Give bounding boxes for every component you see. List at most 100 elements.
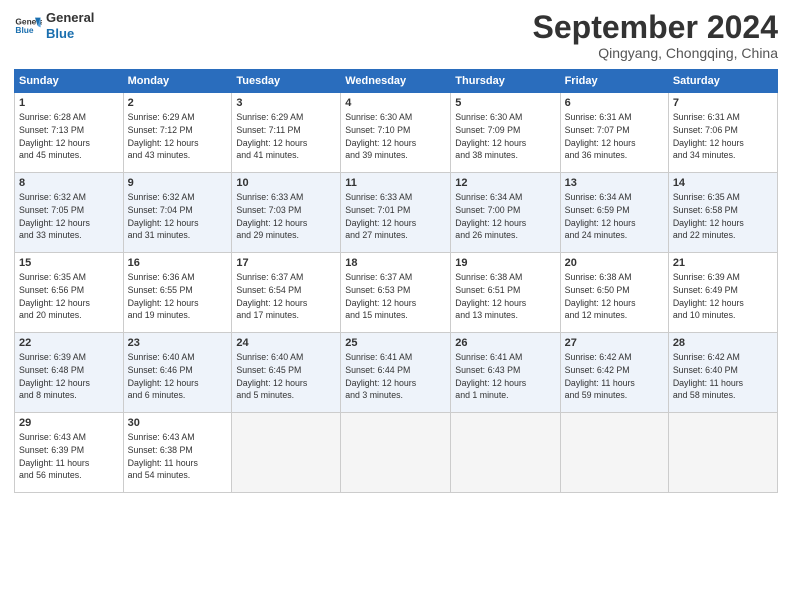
day-info: Sunrise: 6:40 AMSunset: 6:45 PMDaylight:… xyxy=(236,352,307,400)
title-block: September 2024 Qingyang, Chongqing, Chin… xyxy=(533,10,778,61)
table-row: 13Sunrise: 6:34 AMSunset: 6:59 PMDayligh… xyxy=(560,173,668,253)
day-info: Sunrise: 6:41 AMSunset: 6:43 PMDaylight:… xyxy=(455,352,526,400)
day-number: 3 xyxy=(236,96,336,111)
day-number: 24 xyxy=(236,336,336,351)
table-row xyxy=(560,413,668,493)
day-info: Sunrise: 6:33 AMSunset: 7:03 PMDaylight:… xyxy=(236,192,307,240)
day-info: Sunrise: 6:34 AMSunset: 7:00 PMDaylight:… xyxy=(455,192,526,240)
day-info: Sunrise: 6:40 AMSunset: 6:46 PMDaylight:… xyxy=(128,352,199,400)
day-number: 5 xyxy=(455,96,555,111)
day-number: 8 xyxy=(19,176,119,191)
table-row: 2Sunrise: 6:29 AMSunset: 7:12 PMDaylight… xyxy=(123,93,232,173)
day-info: Sunrise: 6:33 AMSunset: 7:01 PMDaylight:… xyxy=(345,192,416,240)
day-number: 7 xyxy=(673,96,773,111)
day-info: Sunrise: 6:39 AMSunset: 6:49 PMDaylight:… xyxy=(673,272,744,320)
col-tuesday: Tuesday xyxy=(232,70,341,93)
day-info: Sunrise: 6:43 AMSunset: 6:38 PMDaylight:… xyxy=(128,432,198,480)
day-info: Sunrise: 6:39 AMSunset: 6:48 PMDaylight:… xyxy=(19,352,90,400)
day-info: Sunrise: 6:37 AMSunset: 6:53 PMDaylight:… xyxy=(345,272,416,320)
day-number: 29 xyxy=(19,416,119,431)
col-friday: Friday xyxy=(560,70,668,93)
table-row: 4Sunrise: 6:30 AMSunset: 7:10 PMDaylight… xyxy=(341,93,451,173)
day-info: Sunrise: 6:28 AMSunset: 7:13 PMDaylight:… xyxy=(19,112,90,160)
day-number: 30 xyxy=(128,416,228,431)
day-number: 20 xyxy=(565,256,664,271)
table-row: 3Sunrise: 6:29 AMSunset: 7:11 PMDaylight… xyxy=(232,93,341,173)
table-row: 6Sunrise: 6:31 AMSunset: 7:07 PMDaylight… xyxy=(560,93,668,173)
day-info: Sunrise: 6:29 AMSunset: 7:12 PMDaylight:… xyxy=(128,112,199,160)
table-row: 22Sunrise: 6:39 AMSunset: 6:48 PMDayligh… xyxy=(15,333,124,413)
day-number: 21 xyxy=(673,256,773,271)
table-row: 17Sunrise: 6:37 AMSunset: 6:54 PMDayligh… xyxy=(232,253,341,333)
logo-icon: General Blue xyxy=(14,12,42,40)
day-number: 4 xyxy=(345,96,446,111)
svg-text:Blue: Blue xyxy=(15,25,33,35)
day-info: Sunrise: 6:41 AMSunset: 6:44 PMDaylight:… xyxy=(345,352,416,400)
day-info: Sunrise: 6:43 AMSunset: 6:39 PMDaylight:… xyxy=(19,432,89,480)
table-row: 29Sunrise: 6:43 AMSunset: 6:39 PMDayligh… xyxy=(15,413,124,493)
day-info: Sunrise: 6:31 AMSunset: 7:06 PMDaylight:… xyxy=(673,112,744,160)
day-number: 23 xyxy=(128,336,228,351)
location: Qingyang, Chongqing, China xyxy=(533,45,778,61)
table-row: 12Sunrise: 6:34 AMSunset: 7:00 PMDayligh… xyxy=(451,173,560,253)
day-number: 12 xyxy=(455,176,555,191)
table-row xyxy=(668,413,777,493)
day-number: 11 xyxy=(345,176,446,191)
table-row: 16Sunrise: 6:36 AMSunset: 6:55 PMDayligh… xyxy=(123,253,232,333)
table-row: 25Sunrise: 6:41 AMSunset: 6:44 PMDayligh… xyxy=(341,333,451,413)
logo: General Blue General Blue xyxy=(14,10,94,41)
table-row: 1Sunrise: 6:28 AMSunset: 7:13 PMDaylight… xyxy=(15,93,124,173)
day-info: Sunrise: 6:29 AMSunset: 7:11 PMDaylight:… xyxy=(236,112,307,160)
page-header: General Blue General Blue September 2024… xyxy=(14,10,778,61)
table-row: 9Sunrise: 6:32 AMSunset: 7:04 PMDaylight… xyxy=(123,173,232,253)
table-row: 23Sunrise: 6:40 AMSunset: 6:46 PMDayligh… xyxy=(123,333,232,413)
table-row: 5Sunrise: 6:30 AMSunset: 7:09 PMDaylight… xyxy=(451,93,560,173)
day-number: 6 xyxy=(565,96,664,111)
day-number: 27 xyxy=(565,336,664,351)
table-row: 11Sunrise: 6:33 AMSunset: 7:01 PMDayligh… xyxy=(341,173,451,253)
table-row: 28Sunrise: 6:42 AMSunset: 6:40 PMDayligh… xyxy=(668,333,777,413)
table-row: 20Sunrise: 6:38 AMSunset: 6:50 PMDayligh… xyxy=(560,253,668,333)
day-info: Sunrise: 6:31 AMSunset: 7:07 PMDaylight:… xyxy=(565,112,636,160)
calendar-header-row: Sunday Monday Tuesday Wednesday Thursday… xyxy=(15,70,778,93)
day-number: 1 xyxy=(19,96,119,111)
table-row xyxy=(341,413,451,493)
table-row: 15Sunrise: 6:35 AMSunset: 6:56 PMDayligh… xyxy=(15,253,124,333)
day-info: Sunrise: 6:38 AMSunset: 6:51 PMDaylight:… xyxy=(455,272,526,320)
table-row: 18Sunrise: 6:37 AMSunset: 6:53 PMDayligh… xyxy=(341,253,451,333)
day-number: 26 xyxy=(455,336,555,351)
day-info: Sunrise: 6:32 AMSunset: 7:04 PMDaylight:… xyxy=(128,192,199,240)
logo-text-general: General xyxy=(46,10,94,26)
table-row: 8Sunrise: 6:32 AMSunset: 7:05 PMDaylight… xyxy=(15,173,124,253)
table-row: 26Sunrise: 6:41 AMSunset: 6:43 PMDayligh… xyxy=(451,333,560,413)
day-number: 15 xyxy=(19,256,119,271)
table-row: 27Sunrise: 6:42 AMSunset: 6:42 PMDayligh… xyxy=(560,333,668,413)
day-info: Sunrise: 6:35 AMSunset: 6:58 PMDaylight:… xyxy=(673,192,744,240)
table-row: 7Sunrise: 6:31 AMSunset: 7:06 PMDaylight… xyxy=(668,93,777,173)
col-saturday: Saturday xyxy=(668,70,777,93)
day-info: Sunrise: 6:38 AMSunset: 6:50 PMDaylight:… xyxy=(565,272,636,320)
logo-text-blue: Blue xyxy=(46,26,94,42)
day-info: Sunrise: 6:36 AMSunset: 6:55 PMDaylight:… xyxy=(128,272,199,320)
day-number: 14 xyxy=(673,176,773,191)
day-number: 2 xyxy=(128,96,228,111)
table-row: 10Sunrise: 6:33 AMSunset: 7:03 PMDayligh… xyxy=(232,173,341,253)
table-row xyxy=(232,413,341,493)
day-info: Sunrise: 6:37 AMSunset: 6:54 PMDaylight:… xyxy=(236,272,307,320)
day-number: 17 xyxy=(236,256,336,271)
day-info: Sunrise: 6:34 AMSunset: 6:59 PMDaylight:… xyxy=(565,192,636,240)
day-number: 28 xyxy=(673,336,773,351)
day-info: Sunrise: 6:30 AMSunset: 7:10 PMDaylight:… xyxy=(345,112,416,160)
col-monday: Monday xyxy=(123,70,232,93)
day-number: 16 xyxy=(128,256,228,271)
day-number: 13 xyxy=(565,176,664,191)
month-title: September 2024 xyxy=(533,10,778,45)
day-info: Sunrise: 6:32 AMSunset: 7:05 PMDaylight:… xyxy=(19,192,90,240)
table-row xyxy=(451,413,560,493)
day-info: Sunrise: 6:30 AMSunset: 7:09 PMDaylight:… xyxy=(455,112,526,160)
day-info: Sunrise: 6:42 AMSunset: 6:42 PMDaylight:… xyxy=(565,352,635,400)
day-number: 9 xyxy=(128,176,228,191)
day-number: 19 xyxy=(455,256,555,271)
col-thursday: Thursday xyxy=(451,70,560,93)
table-row: 14Sunrise: 6:35 AMSunset: 6:58 PMDayligh… xyxy=(668,173,777,253)
